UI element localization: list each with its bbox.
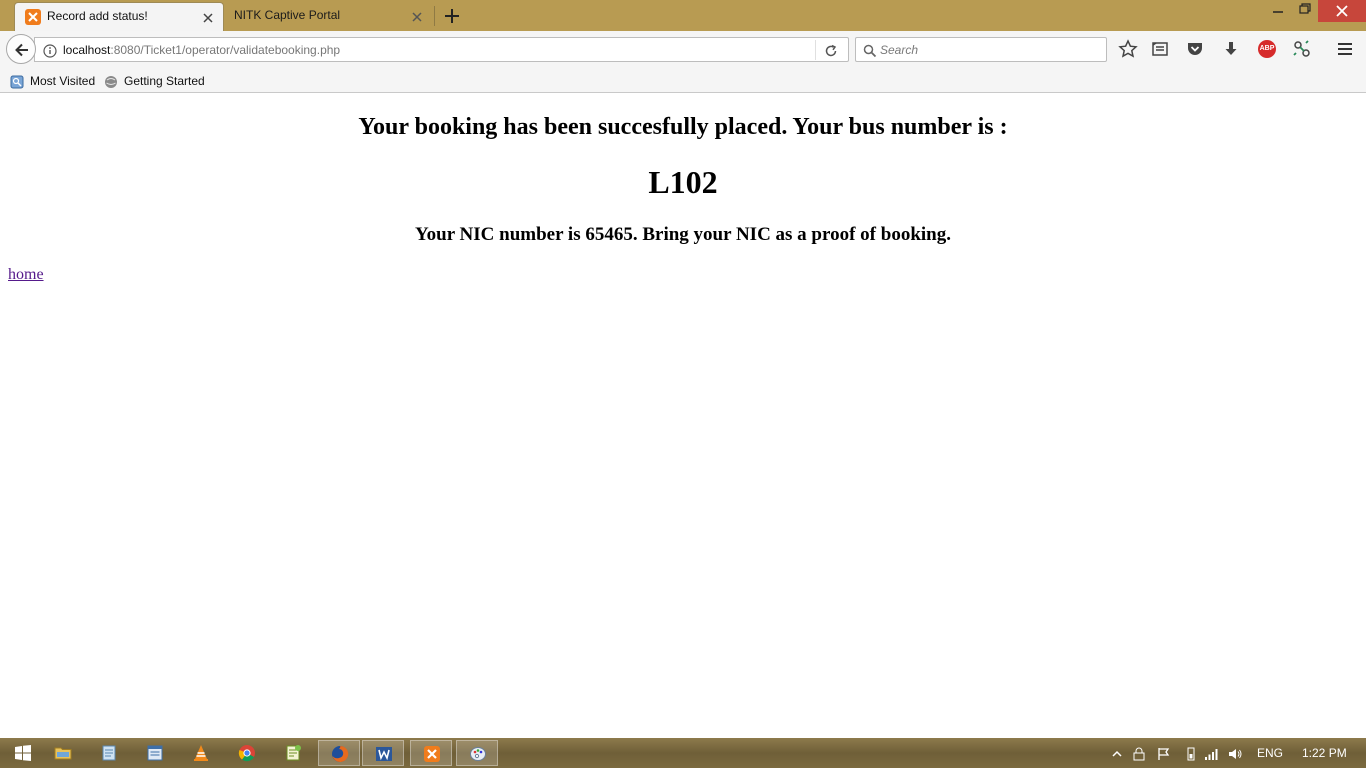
url-bar[interactable]: localhost:8080/Ticket1/operator/validate… bbox=[34, 37, 849, 62]
tab-title: NITK Captive Portal bbox=[234, 8, 341, 22]
file-explorer-icon[interactable] bbox=[42, 740, 84, 766]
pocket-icon[interactable] bbox=[1185, 39, 1205, 59]
xampp-favicon-icon bbox=[25, 9, 41, 25]
bookmark-label: Getting Started bbox=[124, 73, 205, 88]
bookmarks-toolbar: Most Visited Getting Started bbox=[0, 68, 1366, 93]
most-visited-icon bbox=[10, 74, 24, 88]
vlc-icon[interactable] bbox=[180, 740, 222, 766]
bookmark-label: Most Visited bbox=[30, 73, 96, 88]
chrome-icon[interactable] bbox=[226, 740, 268, 766]
windows-taskbar: ENG 1:22 PM bbox=[0, 738, 1366, 768]
reload-icon[interactable] bbox=[824, 43, 838, 57]
xampp-icon[interactable] bbox=[410, 740, 452, 766]
bookmark-getting-started[interactable]: Getting Started bbox=[104, 72, 205, 89]
back-arrow-icon bbox=[15, 43, 28, 57]
firefox-globe-icon bbox=[104, 74, 118, 88]
back-button[interactable] bbox=[6, 34, 36, 64]
downloads-icon[interactable] bbox=[1221, 39, 1241, 59]
close-tab-icon[interactable] bbox=[410, 9, 424, 23]
url-divider bbox=[815, 40, 816, 60]
window-app-icon[interactable] bbox=[134, 740, 176, 766]
word-icon[interactable] bbox=[362, 740, 404, 766]
new-tab-icon[interactable] bbox=[443, 7, 461, 25]
tab-divider bbox=[434, 6, 435, 26]
extension-icon[interactable] bbox=[1292, 39, 1312, 59]
notepad-plus-icon[interactable] bbox=[272, 740, 314, 766]
hamburger-menu-icon[interactable] bbox=[1335, 39, 1355, 59]
tab-nitk-captive-portal[interactable]: NITK Captive Portal bbox=[226, 2, 434, 31]
url-host: localhost bbox=[63, 43, 111, 57]
url-path: :8080/Ticket1/operator/validatebooking.p… bbox=[110, 43, 341, 57]
navigation-toolbar: localhost:8080/Ticket1/operator/validate… bbox=[0, 31, 1366, 68]
search-input[interactable] bbox=[880, 41, 1100, 59]
reading-list-icon[interactable] bbox=[1150, 39, 1170, 59]
bus-number: L102 bbox=[648, 164, 718, 200]
adblock-plus-icon[interactable]: ABP bbox=[1258, 40, 1276, 58]
browser-tab-strip: Record add status! NITK Captive Portal bbox=[0, 0, 1366, 31]
windows-start-icon[interactable] bbox=[2, 740, 44, 766]
battery-icon[interactable] bbox=[1184, 746, 1198, 761]
paint-icon[interactable] bbox=[456, 740, 498, 766]
bookmark-star-icon[interactable] bbox=[1118, 39, 1138, 59]
network-lock-icon[interactable] bbox=[1132, 746, 1146, 761]
site-info-icon[interactable] bbox=[43, 43, 57, 58]
nic-message: Your NIC number is 65465. Bring your NIC… bbox=[415, 224, 951, 245]
tab-record-add-status[interactable]: Record add status! bbox=[14, 2, 224, 31]
tab-title: Record add status! bbox=[47, 9, 148, 23]
bookmark-most-visited[interactable]: Most Visited bbox=[10, 72, 95, 89]
volume-icon[interactable] bbox=[1228, 746, 1242, 760]
wifi-signal-icon[interactable] bbox=[1204, 746, 1218, 760]
close-tab-icon[interactable] bbox=[201, 10, 215, 24]
restore-window-icon[interactable] bbox=[1294, 0, 1314, 22]
language-indicator[interactable]: ENG bbox=[1257, 746, 1283, 760]
booking-success-heading: Your booking has been succesfully placed… bbox=[358, 114, 1008, 140]
url-text: localhost:8080/Ticket1/operator/validate… bbox=[63, 43, 340, 57]
clock[interactable]: 1:22 PM bbox=[1302, 746, 1347, 760]
show-hidden-icons-icon[interactable] bbox=[1110, 746, 1124, 760]
home-link[interactable]: home bbox=[8, 266, 44, 284]
firefox-icon[interactable] bbox=[318, 740, 360, 766]
close-window-icon[interactable] bbox=[1318, 0, 1366, 22]
search-bar[interactable] bbox=[855, 37, 1107, 62]
minimize-window-icon[interactable] bbox=[1268, 0, 1288, 22]
page-content: Your booking has been succesfully placed… bbox=[0, 94, 1366, 738]
search-icon bbox=[863, 43, 877, 58]
action-center-flag-icon[interactable] bbox=[1157, 746, 1171, 760]
notepad-icon[interactable] bbox=[88, 740, 130, 766]
